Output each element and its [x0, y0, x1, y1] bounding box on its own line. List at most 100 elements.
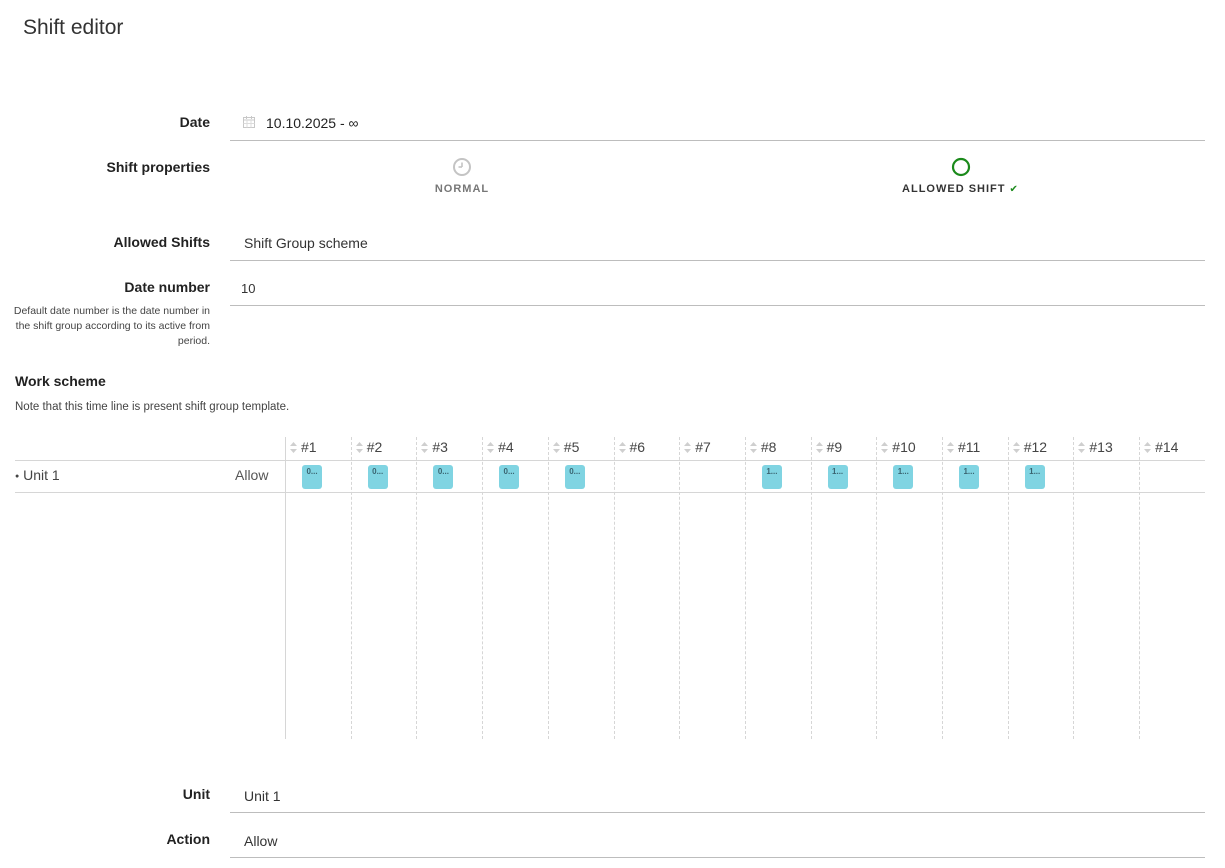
- option-normal[interactable]: NORMAL: [392, 157, 532, 195]
- column-header[interactable]: #6: [618, 439, 646, 455]
- page-title: Shift editor: [23, 16, 124, 39]
- column-header[interactable]: #12: [1012, 439, 1048, 455]
- column-header-label: #1: [301, 439, 317, 455]
- sort-icon: [749, 441, 757, 453]
- shift-block[interactable]: 1...: [959, 465, 979, 489]
- sort-icon: [618, 441, 626, 453]
- column-divider: [547, 437, 549, 739]
- column-header-label: #8: [760, 439, 777, 455]
- check-icon: ✔: [1009, 184, 1019, 195]
- column-divider: [1139, 437, 1141, 739]
- column-divider: [285, 437, 286, 739]
- column-divider: [416, 437, 418, 739]
- date-number-field[interactable]: 10: [230, 277, 1205, 306]
- column-divider: [482, 437, 484, 739]
- row-action-label: Allow: [235, 467, 269, 483]
- date-number-hint: Default date number is the date number i…: [13, 305, 210, 347]
- column-header[interactable]: #14: [1144, 439, 1178, 455]
- sort-icon: [552, 441, 560, 453]
- header-divider: [15, 460, 1205, 461]
- column-header[interactable]: #4: [487, 439, 514, 455]
- column-header-label: #5: [563, 439, 580, 455]
- work-scheme-title: Work scheme: [15, 373, 106, 389]
- column-divider: [744, 437, 746, 739]
- column-header-label: #3: [432, 439, 448, 455]
- shift-block[interactable]: 0...: [302, 465, 322, 489]
- shift-block[interactable]: 1...: [761, 465, 782, 489]
- sort-icon: [355, 441, 363, 453]
- calendar-icon[interactable]: [243, 115, 255, 133]
- sort-icon: [684, 441, 692, 453]
- shift-block[interactable]: 0...: [499, 465, 520, 489]
- sort-icon: [1012, 441, 1020, 453]
- column-header[interactable]: #13: [1078, 439, 1113, 455]
- row-unit-text: Unit 1: [23, 467, 60, 483]
- shift-block[interactable]: 0...: [367, 465, 388, 489]
- column-header[interactable]: #10: [881, 439, 916, 455]
- option-normal-label: NORMAL: [434, 183, 490, 195]
- allowed-shifts-label: Allowed Shifts: [113, 234, 210, 250]
- sort-icon: [1144, 441, 1152, 453]
- date-number-label: Date number: [124, 279, 210, 295]
- column-header[interactable]: #3: [421, 439, 448, 455]
- column-divider: [810, 437, 812, 739]
- option-allowed-shift[interactable]: ALLOWED SHIFT ✔: [878, 157, 1043, 195]
- column-divider: [679, 437, 681, 739]
- option-allowed-shift-label: ALLOWED SHIFT: [902, 183, 1006, 195]
- shift-block[interactable]: 1...: [827, 465, 848, 489]
- column-header-label: #10: [892, 439, 916, 455]
- action-label: Action: [166, 831, 210, 847]
- column-divider: [613, 437, 615, 739]
- sort-icon: [1078, 441, 1086, 453]
- unit-label: Unit: [182, 786, 210, 802]
- row-unit-label: ● Unit 1: [15, 467, 60, 483]
- shift-block[interactable]: 0...: [564, 465, 585, 489]
- unit-value: Unit 1: [244, 788, 281, 804]
- column-header-label: #11: [958, 439, 981, 455]
- date-label: Date: [179, 114, 210, 130]
- shift-block[interactable]: 1...: [893, 465, 914, 489]
- work-scheme-timeline: #1 #2 #3 #4 #5 #6 #7 #8 #9 #10 #11 #12 #13 #14 ● Unit …: [15, 437, 1205, 739]
- work-scheme-note: Note that this time line is present shif…: [15, 401, 290, 413]
- circle-icon: [878, 157, 1043, 177]
- column-header-label: #7: [695, 439, 711, 455]
- date-number-value: 10: [241, 281, 256, 296]
- allowed-shifts-value: Shift Group scheme: [244, 235, 368, 251]
- column-header[interactable]: #2: [355, 439, 383, 455]
- shift-block[interactable]: 1...: [1024, 465, 1045, 489]
- allowed-shifts-field[interactable]: Shift Group scheme: [230, 232, 1205, 261]
- column-header-label: #12: [1023, 439, 1048, 455]
- clock-icon: [392, 157, 532, 177]
- sort-icon: [881, 441, 889, 453]
- action-field[interactable]: Allow: [230, 829, 1205, 858]
- column-divider: [876, 437, 878, 739]
- row-divider: [15, 492, 1205, 493]
- sort-icon: [815, 441, 823, 453]
- unit-field[interactable]: Unit 1: [230, 784, 1205, 813]
- column-divider: [1007, 437, 1009, 739]
- column-header[interactable]: #7: [684, 439, 711, 455]
- column-header[interactable]: #9: [815, 439, 843, 455]
- column-header-label: #2: [366, 439, 383, 455]
- column-header-label: #9: [826, 439, 843, 455]
- sort-icon: [290, 441, 297, 453]
- column-header[interactable]: #1: [290, 439, 317, 455]
- column-header[interactable]: #11: [947, 439, 980, 455]
- bullet-icon: ●: [15, 472, 20, 480]
- column-divider: [1073, 437, 1075, 739]
- date-field[interactable]: 10.10.2025 - ∞: [230, 112, 1205, 141]
- column-header[interactable]: #5: [552, 439, 580, 455]
- shift-properties-label: Shift properties: [106, 159, 210, 175]
- sort-icon: [487, 441, 495, 453]
- date-value: 10.10.2025 - ∞: [266, 115, 359, 131]
- column-header-label: #6: [629, 439, 646, 455]
- shift-block[interactable]: 0...: [433, 465, 454, 489]
- column-header-label: #13: [1089, 439, 1113, 455]
- action-value: Allow: [244, 833, 278, 849]
- sort-icon: [421, 441, 429, 453]
- column-divider: [350, 437, 352, 739]
- column-header-label: #14: [1155, 439, 1179, 455]
- sort-icon: [947, 441, 954, 453]
- column-divider: [942, 437, 943, 739]
- column-header[interactable]: #8: [749, 439, 777, 455]
